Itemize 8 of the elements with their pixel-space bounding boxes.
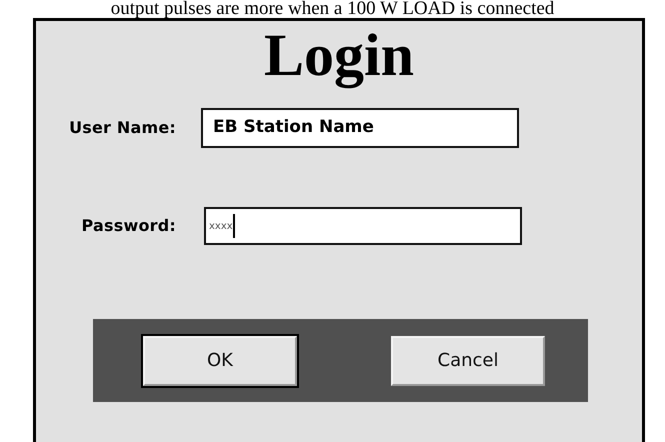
caption-text: output pulses are more when a 100 W LOAD is connected: [110, 0, 556, 18]
field-label: User Name:: [68, 117, 177, 139]
input-field[interactable]: EB Station Name: [201, 108, 519, 148]
ok-button[interactable]: OK: [143, 336, 297, 386]
field-label: Password:: [80, 215, 177, 237]
cancel-button[interactable]: Cancel: [391, 336, 545, 386]
password-field[interactable]: xxxx: [204, 207, 522, 245]
text-cursor: [232, 214, 235, 238]
